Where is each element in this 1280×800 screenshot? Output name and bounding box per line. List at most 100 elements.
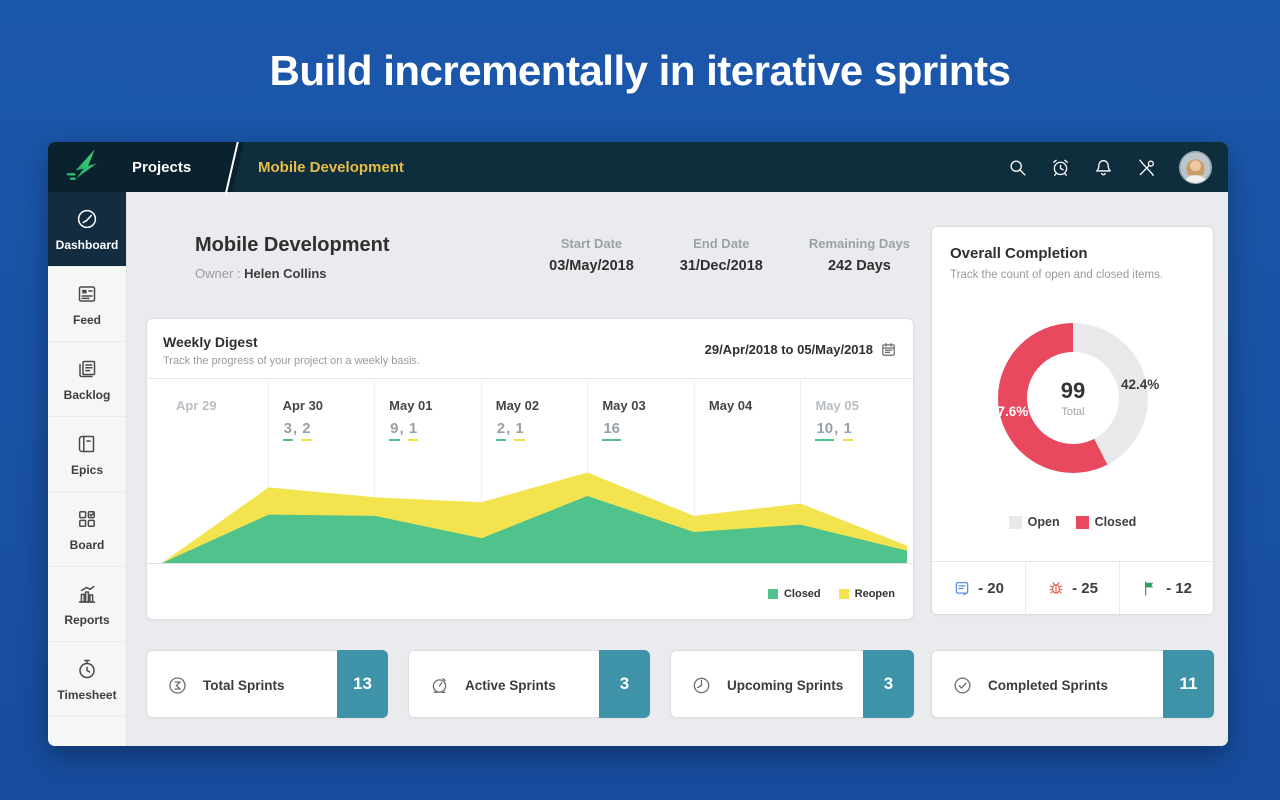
- sidebar-item-label: Timesheet: [57, 688, 116, 702]
- board-kanban-icon: [75, 507, 99, 531]
- overall-completion-title: Overall Completion: [950, 245, 1088, 262]
- day-value-reopen: 1: [843, 420, 853, 441]
- sidebar-item-backlog[interactable]: Backlog: [48, 342, 126, 417]
- legend-label: Open: [1028, 515, 1060, 529]
- count-value: - 12: [1166, 580, 1192, 597]
- backlog-docs-icon: [75, 357, 99, 381]
- banner: Build incrementally in iterative sprints: [0, 0, 1280, 142]
- sidebar: DashboardFeed Backlog Epics Board Reports Tim…: [48, 192, 127, 746]
- main-content: Mobile Development Owner : Helen Collins…: [128, 192, 1228, 746]
- sprint-card-value: 3: [863, 650, 914, 718]
- meta-label: End Date: [680, 236, 763, 251]
- date-range-picker[interactable]: 29/Apr/2018 to 05/May/2018: [705, 341, 897, 358]
- active-sprint-timer-icon: [429, 675, 450, 696]
- completion-donut-chart: 99 Total: [998, 323, 1148, 473]
- legend-label: Closed: [1095, 515, 1137, 529]
- chart-baseline: [147, 563, 913, 564]
- sprint-card-label: Upcoming Sprints: [727, 678, 843, 693]
- day-label: May 04: [709, 398, 801, 413]
- calendar-icon[interactable]: [880, 341, 897, 358]
- legend-swatch: [839, 589, 849, 599]
- day-value-closed: 16: [602, 420, 621, 441]
- notifications-bell-icon[interactable]: [1093, 157, 1114, 178]
- meta-label: Remaining Days: [809, 236, 910, 251]
- day-values: 10, 1: [815, 420, 907, 437]
- legend-swatch: [1009, 516, 1022, 529]
- day-label: May 01: [389, 398, 481, 413]
- day-values: 16: [602, 420, 694, 437]
- card-total-sprints[interactable]: Total Sprints13: [146, 650, 388, 718]
- project-meta-item: Start Date 03/May/2018: [549, 236, 634, 274]
- timesheet-stopwatch-icon: [75, 657, 99, 681]
- donut-total-value: 99: [1061, 378, 1085, 404]
- owner-name: Helen Collins: [244, 266, 326, 281]
- completed-check-icon: [952, 675, 973, 696]
- meta-label: Start Date: [549, 236, 634, 251]
- meta-value: 242 Days: [809, 258, 910, 274]
- project-meta: Start Date 03/May/2018 End Date 31/Dec/20…: [549, 236, 910, 274]
- sidebar-item-board[interactable]: Board: [48, 492, 126, 567]
- day-value-reopen: 2: [301, 420, 311, 441]
- day-label: May 02: [496, 398, 588, 413]
- sidebar-item-label: Reports: [64, 613, 109, 627]
- sigma-total-icon: [167, 675, 188, 696]
- meta-value: 03/May/2018: [549, 258, 634, 274]
- count-flag-task[interactable]: - 12: [1119, 562, 1213, 614]
- card-completed-sprints[interactable]: Completed Sprints11: [931, 650, 1214, 718]
- overall-completion-card: Overall Completion Track the count of op…: [931, 226, 1214, 615]
- sprint-card-value: 3: [599, 650, 650, 718]
- bug-icon: [1047, 579, 1065, 597]
- meta-value: 31/Dec/2018: [680, 258, 763, 274]
- sidebar-item-reports[interactable]: Reports: [48, 567, 126, 642]
- project-meta-item: End Date 31/Dec/2018: [680, 236, 763, 274]
- sidebar-item-dashboard[interactable]: Dashboard: [48, 192, 126, 267]
- user-avatar[interactable]: [1179, 151, 1212, 184]
- closed-percent-label: 57.6%: [990, 404, 1028, 419]
- banner-title: Build incrementally in iterative sprints: [270, 47, 1011, 95]
- sidebar-item-feed[interactable]: Feed: [48, 267, 126, 342]
- feed-news-icon: [75, 282, 99, 306]
- count-value: - 25: [1072, 580, 1098, 597]
- topbar-icons: [1007, 142, 1212, 192]
- sidebar-item-timesheet[interactable]: Timesheet: [48, 642, 126, 717]
- value-separator: ,: [293, 420, 301, 437]
- topbar-brand-section: Projects: [48, 142, 244, 192]
- completion-legend: Open Closed: [932, 515, 1213, 529]
- epics-book-icon: [75, 432, 99, 456]
- count-bug[interactable]: - 25: [1025, 562, 1119, 614]
- sprint-card-value: 13: [337, 650, 388, 718]
- topbar: Projects Mobile Development: [48, 142, 1228, 192]
- sidebar-item-epics[interactable]: Epics: [48, 417, 126, 492]
- sprint-card-label: Active Sprints: [465, 678, 556, 693]
- product-label[interactable]: Projects: [132, 159, 191, 176]
- donut-total-label: Total: [1061, 406, 1084, 418]
- alarm-icon[interactable]: [1050, 157, 1071, 178]
- legend-swatch: [1076, 516, 1089, 529]
- weekly-digest-area-chart: [162, 439, 907, 563]
- day-label: May 05: [815, 398, 907, 413]
- card-upcoming-sprints[interactable]: Upcoming Sprints 3: [670, 650, 914, 718]
- sprint-card-label: Completed Sprints: [988, 678, 1108, 693]
- tools-icon[interactable]: [1136, 157, 1157, 178]
- sidebar-item-label: Board: [70, 538, 105, 552]
- breadcrumb[interactable]: Mobile Development: [258, 142, 404, 192]
- legend-label: Closed: [784, 588, 821, 600]
- overall-completion-subtitle: Track the count of open and closed items…: [950, 269, 1163, 281]
- item-type-counts: - 20 - 25 - 12: [932, 561, 1213, 614]
- project-meta-item: Remaining Days 242 Days: [809, 236, 910, 274]
- legend-swatch: [768, 589, 778, 599]
- app-logo-icon: [64, 147, 106, 187]
- legend-label: Reopen: [855, 588, 895, 600]
- search-icon[interactable]: [1007, 157, 1028, 178]
- sidebar-item-label: Epics: [71, 463, 103, 477]
- day-values: 2, 1: [496, 420, 588, 437]
- sidebar-item-label: Backlog: [64, 388, 111, 402]
- card-active-sprints[interactable]: Active Sprints 3: [408, 650, 650, 718]
- day-value-closed: 10: [815, 420, 834, 441]
- day-value-reopen: 1: [408, 420, 418, 441]
- day-label: Apr 29: [176, 398, 268, 413]
- day-label: Apr 30: [283, 398, 375, 413]
- open-percent-label: 42.4%: [1121, 377, 1159, 392]
- count-story-item[interactable]: - 20: [932, 562, 1025, 614]
- app-window: Projects Mobile Development DashboardFee…: [48, 142, 1228, 746]
